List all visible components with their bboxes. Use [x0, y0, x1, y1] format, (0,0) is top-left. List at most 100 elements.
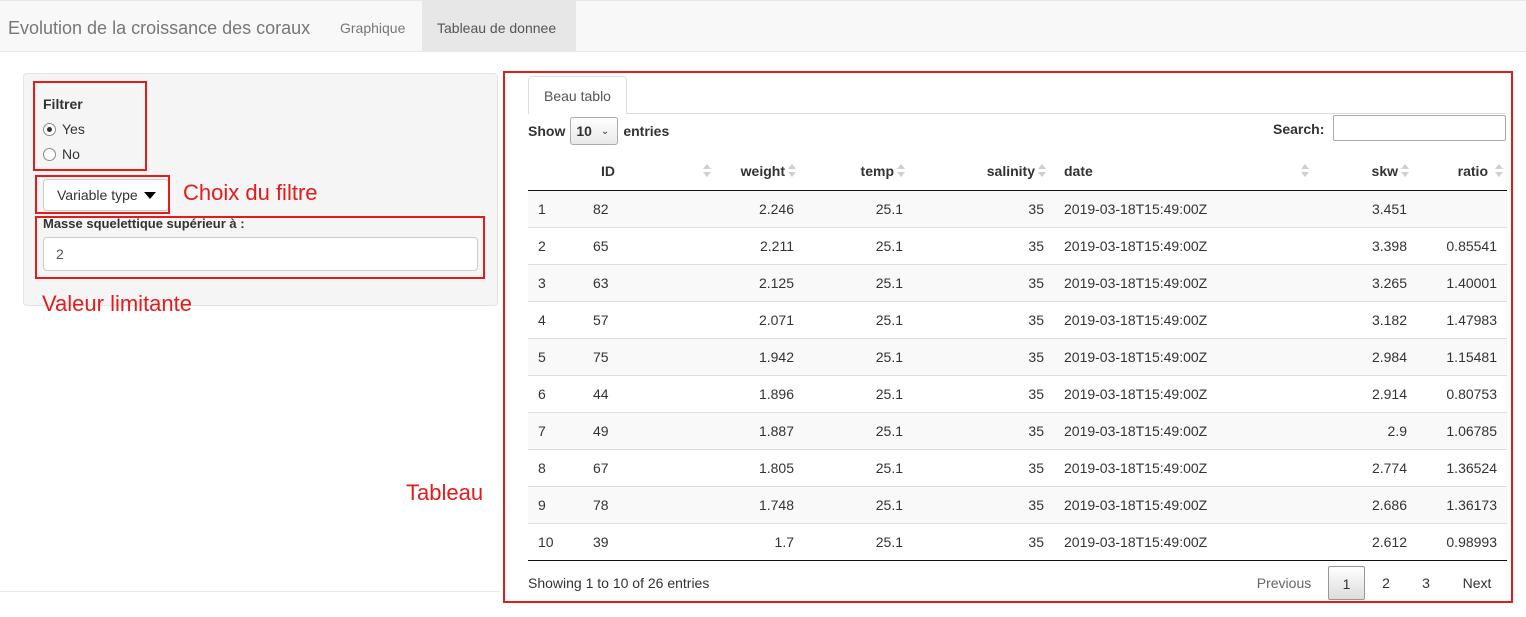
cell-skw: 3.398: [1317, 226, 1417, 264]
cell-index: 5: [528, 337, 583, 375]
cell-skw: 2.984: [1317, 337, 1417, 375]
pagination-page-3[interactable]: 3: [1410, 566, 1442, 600]
cell-date: 2019-03-18T15:49:00Z: [1054, 300, 1317, 338]
tab-divider: [627, 113, 1506, 114]
annotation-table: Tableau: [406, 480, 484, 505]
sort-icon: [1495, 164, 1503, 177]
cell-weight: 1.942: [668, 337, 804, 375]
cell-temp: 25.1: [875, 200, 903, 217]
tab-beau-tablo[interactable]: Beau tablo: [528, 76, 627, 114]
table-row: 5 75 1.942 25.1 35 2019-03-18T15:49:00Z 2.984 1…: [528, 337, 1507, 375]
cell-temp: 25.1: [804, 300, 913, 338]
page-length-control: Show 10 ⌄ entries: [528, 116, 669, 146]
table-header-row: ID weight temp salinity date skw ratio: [528, 152, 1507, 191]
radio-no[interactable]: No: [43, 145, 80, 163]
cell-date: 2019-03-18T15:49:00Z: [1064, 200, 1208, 217]
cell-salinity: 35: [913, 522, 1054, 561]
cell-ratio: 0.80753: [1417, 374, 1507, 412]
table-row: 9 78 1.748 25.1 35 2019-03-18T15:49:00Z 2.686 1…: [528, 485, 1507, 523]
column-header-temp[interactable]: temp: [804, 152, 913, 191]
cell-ratio: 1.06785: [1417, 411, 1507, 449]
radio-yes-button[interactable]: [43, 122, 56, 136]
cell-weight: 1.805: [668, 448, 804, 486]
divider: [0, 591, 500, 592]
cell-salinity: 35: [913, 374, 1054, 412]
sort-icon: [1301, 164, 1309, 177]
column-header-salinity[interactable]: salinity: [913, 152, 1054, 191]
cell-salinity: 35: [913, 226, 1054, 264]
cell-temp: 25.1: [804, 522, 913, 561]
radio-no-button[interactable]: [43, 147, 56, 161]
navbar: Evolution de la croissance des coraux Gr…: [0, 0, 1526, 52]
cell-ratio: 1.36524: [1417, 448, 1507, 486]
tab-tableau-de-donnee[interactable]: Tableau de donnee: [422, 1, 576, 52]
cell-weight: 1.748: [668, 485, 804, 523]
show-label: Show: [528, 123, 566, 139]
search-input[interactable]: [1333, 115, 1506, 141]
cell-temp: 25.1: [804, 485, 913, 523]
cell-salinity: 35: [1028, 200, 1044, 217]
cell-index: 7: [528, 411, 583, 449]
cell-index: 1: [538, 200, 546, 217]
cell-temp: 25.1: [804, 374, 913, 412]
cell-index: 3: [528, 263, 583, 301]
table-row: 3 63 2.125 25.1 35 2019-03-18T15:49:00Z 3.265 1…: [528, 263, 1507, 301]
radio-yes[interactable]: Yes: [43, 120, 85, 138]
sort-icon: [1401, 164, 1409, 177]
sort-icon: [1038, 164, 1046, 177]
pagination-previous[interactable]: Previous: [1250, 566, 1318, 600]
table-row: 6 44 1.896 25.1 35 2019-03-18T15:49:00Z 2.914 0…: [528, 374, 1507, 412]
cell-id: 63: [583, 263, 668, 301]
cell-skw: 3.182: [1317, 300, 1417, 338]
cell-index: 9: [528, 485, 583, 523]
sort-icon: [897, 164, 905, 177]
cell-date: 2019-03-18T15:49:00Z: [1054, 337, 1317, 375]
cell-salinity: 35: [913, 300, 1054, 338]
column-header-id[interactable]: ID: [583, 152, 711, 191]
pagination-page-2[interactable]: 2: [1370, 566, 1402, 600]
cell-weight: 2.246: [758, 200, 794, 217]
variable-type-dropdown[interactable]: Variable type: [43, 179, 169, 211]
cell-salinity: 35: [913, 448, 1054, 486]
radio-yes-label: Yes: [62, 121, 85, 137]
table-row: 7 49 1.887 25.1 35 2019-03-18T15:49:00Z 2.9 1.0…: [528, 411, 1507, 449]
pagination-page-1[interactable]: 1: [1328, 566, 1365, 600]
cell-skw: 2.774: [1317, 448, 1417, 486]
cell-id: 82: [593, 200, 609, 217]
column-header-index: [528, 152, 583, 191]
cell-index: 2: [528, 226, 583, 264]
column-header-ratio[interactable]: ratio: [1417, 152, 1507, 191]
threshold-label: Masse squelettique supérieur à :: [43, 216, 245, 231]
cell-weight: 2.125: [668, 263, 804, 301]
cell-skw: 3.451: [1371, 200, 1407, 217]
cell-id: 39: [583, 522, 668, 561]
cell-index: 10: [528, 522, 583, 561]
cell-ratio: 1.36173: [1417, 485, 1507, 523]
chevron-down-icon: ⌄: [600, 125, 610, 137]
table-row: 2 65 2.211 25.1 35 2019-03-18T15:49:00Z 3.398 0…: [528, 226, 1507, 264]
cell-temp: 25.1: [804, 337, 913, 375]
cell-id: 49: [583, 411, 668, 449]
column-header-skw[interactable]: skw: [1317, 152, 1417, 191]
page-length-select[interactable]: 10 ⌄: [570, 117, 619, 145]
cell-weight: 1.7: [668, 522, 804, 561]
caret-down-icon: [143, 191, 156, 199]
cell-ratio: [1417, 190, 1507, 227]
tab-graphique[interactable]: Graphique: [325, 1, 420, 52]
table-info: Showing 1 to 10 of 26 entries: [528, 575, 710, 591]
column-header-date[interactable]: date: [1054, 152, 1317, 191]
cell-weight: 2.211: [668, 226, 804, 264]
table-body: 1 82 2.246 25.1 35 2019-03-18T15:49:00Z 3.451 …: [528, 190, 1507, 561]
app-title: Evolution de la croissance des coraux: [8, 18, 311, 38]
cell-salinity: 35: [913, 485, 1054, 523]
cell-weight: 2.071: [668, 300, 804, 338]
annotation-filter-choice: Choix du filtre: [183, 180, 318, 205]
column-header-weight[interactable]: weight: [668, 152, 804, 191]
threshold-input[interactable]: [43, 237, 478, 271]
table-row: 10 39 1.7 25.1 35 2019-03-18T15:49:00Z 2.612 0.…: [528, 522, 1507, 561]
cell-salinity: 35: [913, 411, 1054, 449]
cell-salinity: 35: [913, 337, 1054, 375]
cell-skw: 2.914: [1317, 374, 1417, 412]
pagination-next[interactable]: Next: [1455, 566, 1499, 600]
cell-date: 2019-03-18T15:49:00Z: [1054, 448, 1317, 486]
